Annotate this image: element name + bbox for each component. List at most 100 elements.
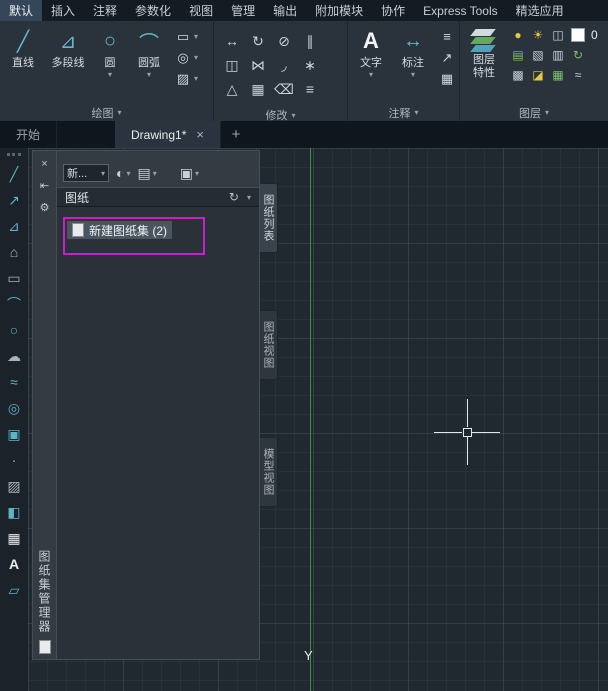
arc-icon[interactable]: ⌒	[4, 294, 24, 314]
ribbon-tab-annotate[interactable]: 注释	[84, 0, 126, 21]
tab-model-views[interactable]: 模型视图	[260, 437, 278, 507]
chevron-down-icon[interactable]: ▾	[194, 53, 198, 62]
ribbon-tab-manage[interactable]: 管理	[222, 0, 264, 21]
trim-icon[interactable]: ⊘	[274, 32, 294, 50]
text-button-label: 文字	[360, 57, 382, 70]
polyline-icon[interactable]: ⊿	[4, 216, 24, 236]
line-icon: ╱	[17, 25, 29, 57]
erase-icon[interactable]: ⌫	[274, 80, 294, 98]
gradient-icon[interactable]: ◧	[4, 502, 24, 522]
region-icon[interactable]: ▱	[4, 580, 24, 600]
leader-button[interactable]: ↗	[439, 50, 455, 65]
panel-label-annotate[interactable]: 注释 ▾	[348, 104, 459, 121]
panel-label-layers[interactable]: 图层 ▾	[460, 104, 608, 121]
ribbon-tab-parametric[interactable]: 参数化	[126, 0, 180, 21]
sheet-selections-button[interactable]: ▣ ▾	[180, 165, 199, 182]
palette-title-bar[interactable]: × ⇤ ⚙ 图纸集管理器	[32, 150, 56, 660]
ribbon-tab-view[interactable]: 视图	[180, 0, 222, 21]
layer-tool-icon[interactable]: ▥	[551, 48, 565, 62]
layer-properties-button[interactable]: 图层特性	[463, 23, 505, 104]
chevron-down-icon[interactable]: ▾	[194, 74, 198, 83]
toolbar-grip[interactable]	[7, 153, 21, 156]
hatch-button[interactable]: ▨ ▾	[175, 71, 198, 86]
chevron-down-icon[interactable]: ▾	[369, 70, 373, 79]
spline-icon[interactable]: ≈	[4, 372, 24, 392]
close-icon[interactable]: ×	[196, 127, 204, 142]
chevron-down-icon: ▾	[414, 108, 418, 117]
tab-sheet-views[interactable]: 图纸视图	[260, 310, 278, 380]
table-icon[interactable]: ▦	[4, 528, 24, 548]
chevron-down-icon[interactable]: ▾	[247, 193, 251, 202]
ribbon-tab-featured-apps[interactable]: 精选应用	[507, 0, 573, 21]
sheets-header-title: 图纸	[65, 189, 89, 206]
polygon-icon[interactable]: ⌂	[4, 242, 24, 262]
circle-button[interactable]: ○ 圆 ▾	[93, 23, 127, 104]
layer-tool-icon[interactable]: ▦	[551, 68, 565, 82]
ellipse-icon[interactable]: ◎	[4, 398, 24, 418]
tab-start[interactable]: 开始	[0, 121, 57, 148]
layer-combo[interactable]: ● ☀ ◫ 0	[511, 27, 598, 43]
ray-icon[interactable]: ↗	[4, 190, 24, 210]
ribbon-tab-collaborate[interactable]: 协作	[372, 0, 414, 21]
hatch-icon[interactable]: ▨	[4, 476, 24, 496]
chevron-down-icon[interactable]: ▾	[147, 70, 151, 79]
rotate-icon[interactable]: ↻	[248, 32, 268, 50]
tree-item-label: 新建图纸集 (2)	[89, 222, 167, 239]
polyline-button[interactable]: ⊿ 多段线	[45, 23, 91, 104]
chevron-down-icon[interactable]: ▾	[194, 32, 198, 41]
panel-label-draw[interactable]: 绘图 ▾	[0, 104, 213, 121]
array-icon[interactable]: ▦	[248, 80, 268, 98]
layer-tool-icon[interactable]: ▩	[511, 68, 525, 82]
tab-drawing1[interactable]: Drawing1* ×	[115, 121, 221, 148]
publish-button[interactable]: ▤ ▾	[137, 165, 156, 182]
draw-panel-title: 绘图	[91, 105, 113, 121]
ribbon-tab-insert[interactable]: 插入	[42, 0, 84, 21]
table-button[interactable]: ▦	[439, 71, 455, 86]
move-icon[interactable]: ↔	[222, 32, 242, 50]
explode-icon[interactable]: ∗	[300, 56, 320, 74]
mirror-icon[interactable]: ⋈	[248, 56, 268, 74]
layer-tool-icon[interactable]: ▧	[531, 48, 545, 62]
line-icon[interactable]: ╱	[4, 164, 24, 184]
scale-icon[interactable]: △	[222, 80, 242, 98]
tree-item-sheetset[interactable]: 新建图纸集 (2)	[67, 221, 172, 239]
chevron-down-icon[interactable]: ▾	[108, 70, 112, 79]
line-button[interactable]: ╱ 直线	[3, 23, 43, 104]
dimension-button[interactable]: ↔ 标注 ▾	[393, 23, 433, 104]
properties-gear-icon[interactable]: ⚙	[37, 200, 52, 215]
close-icon[interactable]: ×	[37, 156, 52, 171]
properties-icon[interactable]: ≡	[300, 80, 320, 98]
layer-tool-icon[interactable]: ↻	[571, 48, 585, 62]
tab-drawing1-label: Drawing1*	[131, 128, 186, 142]
circle-icon[interactable]: ○	[4, 320, 24, 340]
revcloud-icon[interactable]: ☁	[4, 346, 24, 366]
copy-icon[interactable]: ◫	[222, 56, 242, 74]
rectangle-icon[interactable]: ▭	[4, 268, 24, 288]
text-style-button[interactable]: ≡	[439, 29, 455, 44]
ribbon-tab-addins[interactable]: 附加模块	[306, 0, 372, 21]
layer-tool-icon[interactable]: ▤	[511, 48, 525, 62]
new-tab-button[interactable]: +	[221, 121, 251, 148]
sheetset-dropdown[interactable]: 新... ▾	[63, 164, 109, 182]
ribbon-tab-express-tools[interactable]: Express Tools	[414, 0, 506, 21]
sync-button[interactable]: ◐ ▾	[116, 165, 130, 181]
text-icon[interactable]: A	[4, 554, 24, 574]
chevron-down-icon[interactable]: ▾	[411, 70, 415, 79]
tab-sheet-list[interactable]: 图纸列表	[260, 183, 278, 253]
arc-button[interactable]: ⌒ 圆弧 ▾	[129, 23, 169, 104]
ribbon-tab-default[interactable]: 默认	[0, 0, 42, 21]
autohide-icon[interactable]: ⇤	[37, 178, 52, 193]
insert-block-icon[interactable]: ▣	[4, 424, 24, 444]
point-icon[interactable]: ·	[4, 450, 24, 470]
text-button[interactable]: A 文字 ▾	[351, 23, 391, 104]
panel-label-modify[interactable]: 修改 ▾	[214, 107, 347, 123]
offset-icon[interactable]: ∥	[300, 32, 320, 50]
layer-tool-icon[interactable]: ◪	[531, 68, 545, 82]
ribbon-tab-output[interactable]: 输出	[264, 0, 306, 21]
layer-tool-icon[interactable]: ≈	[571, 68, 585, 82]
ellipse-button[interactable]: ◎ ▾	[175, 50, 198, 65]
fillet-icon[interactable]: ◞	[274, 56, 294, 74]
refresh-icon[interactable]: ↻	[229, 190, 239, 204]
palette-body: 新... ▾ ◐ ▾ ▤ ▾ ▣ ▾ 图纸 ↻	[56, 150, 260, 660]
rectangle-button[interactable]: ▭ ▾	[175, 29, 198, 44]
